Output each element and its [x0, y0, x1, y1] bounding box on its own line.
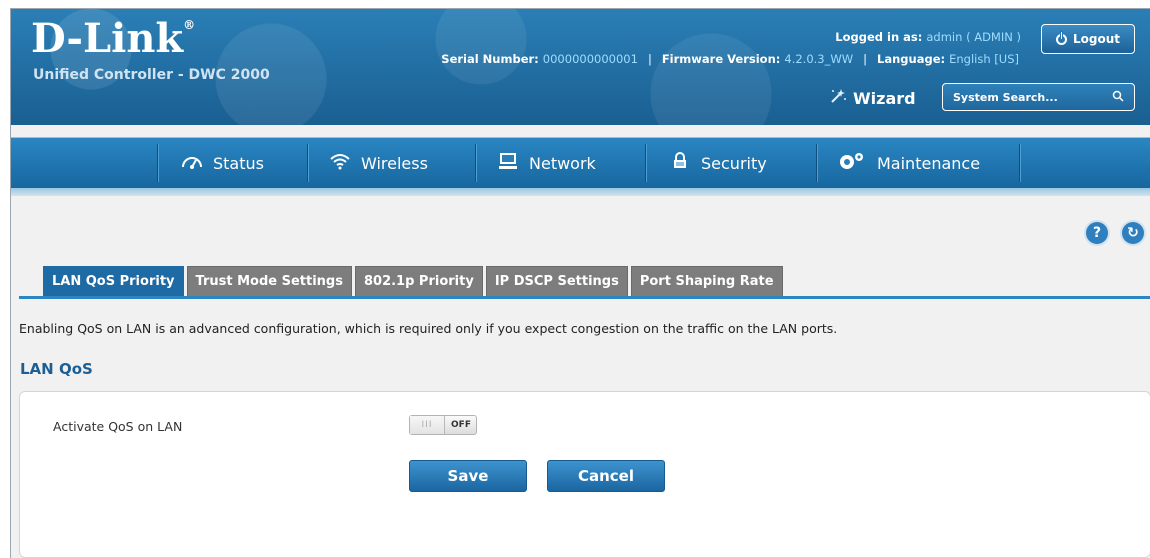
firmware-version: 4.2.0.3_WW [784, 52, 854, 66]
wifi-icon [329, 152, 351, 175]
activate-qos-toggle[interactable]: III OFF [409, 415, 477, 435]
login-info: Logged in as: admin ( ADMIN ) [835, 30, 1021, 44]
serial-number: 0000000000001 [542, 52, 638, 66]
activate-qos-label: Activate QoS on LAN [53, 419, 183, 434]
cancel-button[interactable]: Cancel [547, 460, 665, 492]
tab-bar: LAN QoS Priority Trust Mode Settings 802… [43, 266, 783, 296]
logout-button[interactable]: Logout [1041, 24, 1135, 54]
toggle-knob: III [410, 416, 445, 434]
refresh-icon[interactable]: ↻ [1122, 222, 1144, 244]
tab-ip-dscp-settings[interactable]: IP DSCP Settings [485, 266, 628, 296]
nav-maintenance[interactable]: Maintenance [837, 138, 980, 188]
system-search-input[interactable]: System Search... [942, 83, 1135, 111]
nav-divider [11, 188, 1150, 196]
product-name: Unified Controller - DWC 2000 [33, 67, 270, 83]
tab-lan-qos-priority[interactable]: LAN QoS Priority [43, 266, 184, 296]
tab-port-shaping-rate[interactable]: Port Shaping Rate [630, 266, 783, 296]
save-button[interactable]: Save [409, 460, 527, 492]
wand-icon [829, 87, 847, 109]
section-title: LAN QoS [20, 360, 93, 378]
help-icon[interactable]: ? [1086, 222, 1108, 244]
header: D-Link® Unified Controller - DWC 2000 Lo… [11, 9, 1150, 125]
magnifier-icon[interactable] [1112, 90, 1124, 105]
nav-security[interactable]: Security [669, 138, 767, 188]
app-frame: D-Link® Unified Controller - DWC 2000 Lo… [10, 8, 1150, 558]
toggle-state: OFF [451, 420, 471, 430]
nav-status[interactable]: Status [181, 138, 264, 188]
nav-network[interactable]: Network [497, 138, 596, 188]
lan-qos-panel: Activate QoS on LAN III OFF Save Cancel [19, 391, 1150, 558]
gauge-icon [181, 152, 203, 175]
tab-8021p-priority[interactable]: 802.1p Priority [354, 266, 483, 296]
power-icon [1055, 31, 1067, 45]
gears-icon [837, 151, 867, 176]
main-nav: Status Wireless Network Security Mainten… [11, 137, 1150, 188]
language-link[interactable]: English [US] [949, 52, 1019, 66]
page-description: Enabling QoS on LAN is an advanced confi… [19, 321, 838, 336]
logged-in-user: admin ( ADMIN ) [926, 30, 1021, 44]
tab-trust-mode-settings[interactable]: Trust Mode Settings [186, 266, 352, 296]
lock-icon [669, 151, 691, 175]
wizard-link[interactable]: Wizard [829, 87, 916, 109]
tab-underline [19, 296, 1150, 299]
nav-wireless[interactable]: Wireless [329, 138, 428, 188]
device-info: Serial Number: 0000000000001 | Firmware … [441, 52, 1019, 66]
monitor-icon [497, 152, 519, 175]
